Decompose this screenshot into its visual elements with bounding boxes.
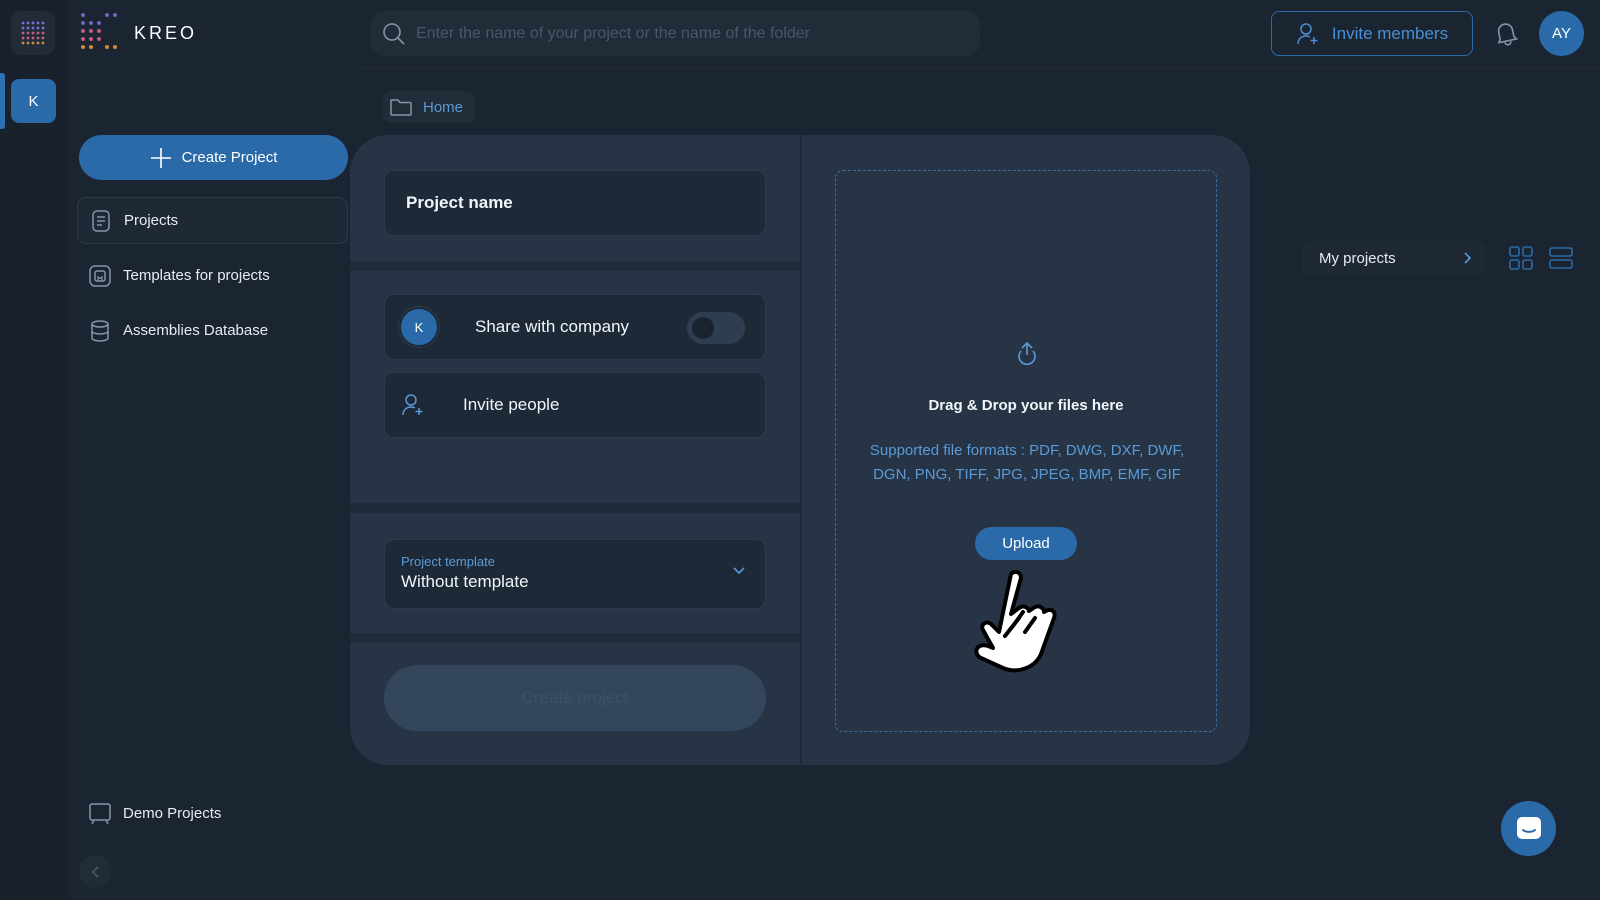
upload-label: Upload bbox=[1002, 535, 1050, 552]
user-avatar[interactable]: AY bbox=[1539, 11, 1584, 56]
sidebar-item-label: Demo Projects bbox=[123, 805, 222, 822]
upload-button[interactable]: Upload bbox=[975, 527, 1077, 560]
collapse-sidebar-button[interactable] bbox=[79, 855, 112, 888]
sidebar-item-templates[interactable]: Templates for projects bbox=[77, 252, 348, 299]
share-with-company-label: Share with company bbox=[475, 317, 630, 336]
apps-menu-icon[interactable] bbox=[11, 11, 55, 55]
search-input[interactable] bbox=[416, 24, 956, 43]
sidebar-item-projects[interactable]: Projects bbox=[77, 197, 348, 244]
avatar-initials: AY bbox=[1552, 25, 1571, 42]
projects-icon bbox=[90, 209, 112, 232]
company-initial: K bbox=[28, 92, 39, 110]
section-divider bbox=[350, 633, 800, 643]
share-with-company-row: K Share with company bbox=[384, 294, 766, 360]
sidebar-item-assemblies[interactable]: Assemblies Database bbox=[77, 307, 348, 354]
upload-icon bbox=[1018, 341, 1036, 365]
project-name-input[interactable] bbox=[406, 193, 746, 213]
invite-members-button[interactable]: Invite members bbox=[1271, 11, 1473, 56]
list-view-icon[interactable] bbox=[1549, 246, 1573, 270]
company-switcher[interactable]: K bbox=[11, 79, 56, 123]
active-company-indicator bbox=[0, 73, 5, 129]
grid-view-icon[interactable] bbox=[1509, 246, 1533, 270]
sidebar: KREO Create Project Projects Templates f… bbox=[67, 0, 360, 900]
section-divider bbox=[350, 261, 800, 271]
chevron-left-icon bbox=[91, 865, 99, 878]
demo-projects-icon bbox=[89, 802, 111, 825]
invite-people-row[interactable]: Invite people bbox=[384, 372, 766, 438]
add-user-icon bbox=[1297, 22, 1318, 44]
sidebar-item-demo-projects[interactable]: Demo Projects bbox=[77, 790, 348, 837]
add-person-icon bbox=[402, 394, 423, 416]
invite-members-label: Invite members bbox=[1331, 23, 1449, 43]
project-template-value: Without template bbox=[401, 572, 529, 591]
chevron-right-icon bbox=[1464, 252, 1471, 264]
support-chat-button[interactable] bbox=[1501, 801, 1556, 856]
dropzone-title: Drag & Drop your files here bbox=[928, 397, 1124, 414]
supported-formats-text: Supported file formats : PDF, DWG, DXF, … bbox=[869, 442, 1185, 483]
chevron-down-icon bbox=[733, 567, 745, 575]
section-divider bbox=[350, 503, 800, 513]
sidebar-item-label: Assemblies Database bbox=[123, 322, 269, 339]
toggle-knob bbox=[692, 317, 714, 339]
create-project-submit-button[interactable]: Create project bbox=[384, 665, 766, 731]
company-avatar: K bbox=[399, 307, 439, 347]
company-avatar-initial: K bbox=[414, 319, 424, 335]
header-divider bbox=[360, 67, 1600, 68]
project-template-label: Project template bbox=[401, 554, 495, 569]
kreo-logo-icon bbox=[81, 13, 117, 49]
share-with-company-toggle[interactable] bbox=[687, 312, 745, 344]
invite-people-label: Invite people bbox=[463, 395, 560, 414]
file-dropzone[interactable]: Drag & Drop your files here Supported fi… bbox=[835, 170, 1217, 732]
sidebar-item-label: Projects bbox=[124, 212, 179, 229]
my-projects-label: My projects bbox=[1319, 249, 1396, 267]
panel-divider bbox=[800, 135, 802, 765]
chat-icon bbox=[1516, 816, 1541, 839]
create-project-submit-label: Create project bbox=[521, 688, 629, 707]
brand[interactable]: KREO bbox=[80, 12, 197, 54]
brand-name: KREO bbox=[134, 22, 198, 43]
project-name-field[interactable] bbox=[384, 170, 766, 236]
my-projects-filter[interactable]: My projects bbox=[1302, 241, 1485, 275]
plus-icon bbox=[150, 147, 171, 168]
breadcrumb-home[interactable]: Home bbox=[383, 91, 476, 123]
sidebar-item-label: Templates for projects bbox=[123, 267, 270, 284]
pointing-hand-icon bbox=[974, 569, 1057, 673]
search-icon bbox=[383, 22, 405, 45]
workspace-rail: K bbox=[0, 0, 67, 900]
search-bar bbox=[370, 11, 980, 56]
notifications-bell-icon[interactable] bbox=[1493, 20, 1519, 46]
database-icon bbox=[89, 319, 111, 342]
create-project-label: Create Project bbox=[181, 149, 278, 166]
create-project-dialog: K Share with company Invite people Proje… bbox=[350, 135, 1250, 765]
folder-icon bbox=[390, 99, 412, 116]
project-settings-panel: K Share with company Invite people Proje… bbox=[350, 135, 800, 765]
breadcrumb-label: Home bbox=[423, 98, 464, 116]
templates-icon bbox=[89, 264, 111, 287]
project-template-select[interactable]: Project template Without template bbox=[384, 539, 766, 609]
create-project-button[interactable]: Create Project bbox=[79, 135, 348, 180]
